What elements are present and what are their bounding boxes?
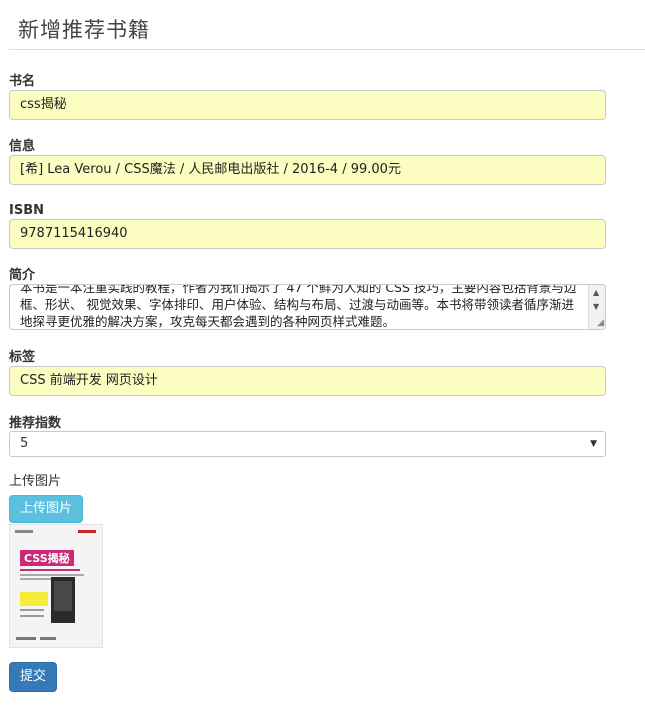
name-input[interactable]: css揭秘 (9, 90, 606, 120)
summary-scrollbar[interactable]: ▲ ▼ ◢ (588, 285, 605, 329)
tags-input[interactable]: CSS 前端开发 网页设计 (9, 366, 606, 396)
info-input[interactable]: [希] Lea Verou / CSS魔法 / 人民邮电出版社 / 2016-4… (9, 155, 606, 185)
name-label: 书名 (9, 74, 36, 89)
summary-text: 本书是一本注重实践的教程，作者为我们揭示了 47 个鲜为人知的 CSS 技巧，主… (20, 284, 577, 329)
summary-label: 简介 (9, 268, 36, 283)
book-cover-image: CSS揭秘 (9, 524, 103, 648)
cover-title: CSS揭秘 (24, 551, 70, 565)
upload-image-button[interactable]: 上传图片 (9, 495, 83, 523)
isbn-label: ISBN (9, 203, 44, 218)
scroll-up-icon[interactable]: ▲ (593, 289, 599, 297)
rating-label: 推荐指数 (9, 416, 62, 431)
rating-value: 5 (20, 436, 29, 451)
tags-label: 标签 (9, 350, 36, 365)
page-title: 新增推荐书籍 (18, 18, 150, 42)
chevron-down-icon: ▼ (590, 439, 597, 449)
upload-label: 上传图片 (9, 474, 62, 489)
info-label: 信息 (9, 139, 36, 154)
book-cover-illustration: CSS揭秘 (10, 525, 102, 647)
submit-button[interactable]: 提交 (9, 662, 57, 692)
resize-handle-icon[interactable]: ◢ (597, 319, 604, 328)
scroll-down-icon[interactable]: ▼ (593, 303, 599, 311)
summary-textarea[interactable]: 本书是一本注重实践的教程，作者为我们揭示了 47 个鲜为人知的 CSS 技巧，主… (9, 284, 606, 330)
rating-select[interactable]: 5 ▼ (9, 431, 606, 457)
isbn-input[interactable]: 9787115416940 (9, 219, 606, 249)
title-divider (9, 49, 645, 50)
